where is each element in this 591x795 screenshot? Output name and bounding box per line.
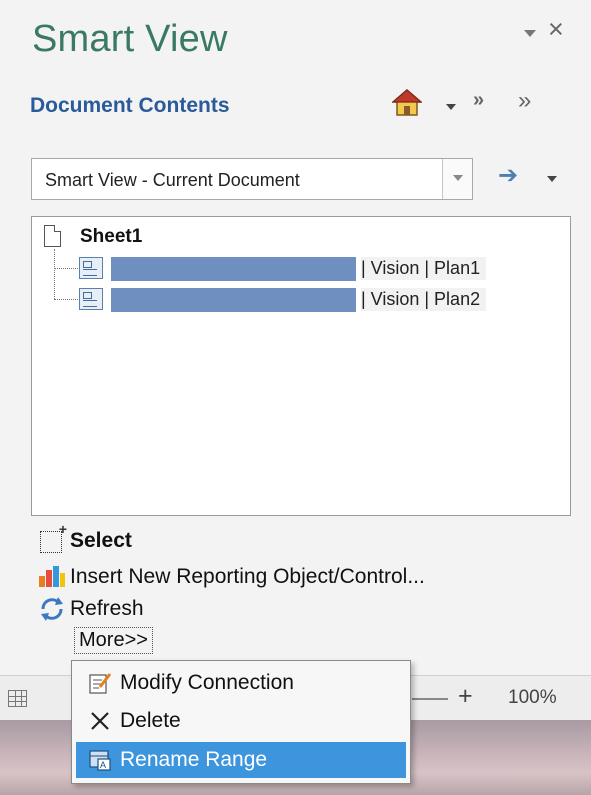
bar-chart-icon bbox=[39, 566, 65, 587]
range-name-redacted bbox=[111, 288, 356, 312]
zoom-slider[interactable] bbox=[412, 698, 448, 700]
range-icon bbox=[79, 257, 103, 279]
panel-title: Smart View bbox=[32, 18, 228, 60]
tree-connector bbox=[54, 268, 78, 269]
zoom-level[interactable]: 100% bbox=[508, 687, 557, 709]
tree-connector bbox=[54, 299, 78, 300]
arrow-right-icon[interactable]: ➔ bbox=[498, 164, 518, 188]
home-icon[interactable] bbox=[392, 88, 422, 116]
section-header: Document Contents bbox=[30, 94, 230, 117]
rename-range-icon: A bbox=[89, 750, 111, 771]
select-icon bbox=[40, 521, 67, 553]
smart-view-panel: Smart View × Document Contents » » Smart… bbox=[0, 0, 591, 795]
document-tree[interactable]: Sheet1 | Vision | Plan1 | Vision | Plan2 bbox=[31, 216, 571, 516]
tree-connector bbox=[54, 249, 55, 299]
range-name-redacted bbox=[111, 257, 356, 281]
select-label: Select bbox=[70, 529, 132, 552]
context-menu: Modify Connection Delete A Rename Range bbox=[71, 660, 411, 784]
page-icon bbox=[44, 225, 61, 247]
svg-text:A: A bbox=[100, 760, 106, 770]
close-icon[interactable]: × bbox=[548, 16, 564, 43]
chevron-down-icon[interactable] bbox=[442, 159, 472, 199]
x-delete-icon bbox=[91, 712, 109, 730]
panel-options-dropdown-icon[interactable] bbox=[524, 30, 536, 37]
more-link[interactable]: More>> bbox=[74, 627, 153, 654]
insert-label: Insert New Reporting Object/Control... bbox=[70, 565, 425, 588]
range-icon bbox=[79, 288, 103, 310]
refresh-label: Refresh bbox=[70, 597, 144, 620]
connection-options-dropdown-icon[interactable] bbox=[547, 176, 557, 182]
connection-select[interactable]: Smart View - Current Document bbox=[31, 158, 473, 200]
zoom-in-icon[interactable]: + bbox=[458, 684, 473, 709]
tree-item-label: | Vision | Plan2 bbox=[361, 288, 487, 311]
menu-item-label: Modify Connection bbox=[120, 671, 294, 694]
grid-view-icon[interactable] bbox=[8, 690, 27, 707]
tree-item-label: | Vision | Plan1 bbox=[361, 257, 487, 280]
menu-item-modify-connection[interactable]: Modify Connection bbox=[76, 665, 406, 701]
double-chevron-right-icon[interactable]: » bbox=[518, 89, 531, 113]
menu-item-label: Delete bbox=[120, 709, 181, 732]
home-dropdown-icon[interactable] bbox=[446, 104, 456, 110]
menu-item-label: Rename Range bbox=[120, 748, 268, 771]
double-chevron-down-icon[interactable]: » bbox=[473, 90, 484, 110]
edit-connection-icon bbox=[89, 673, 112, 694]
menu-item-rename-range[interactable]: A Rename Range bbox=[76, 742, 406, 778]
menu-item-delete[interactable]: Delete bbox=[76, 703, 406, 739]
connection-select-value: Smart View - Current Document bbox=[45, 170, 300, 190]
refresh-icon bbox=[41, 597, 63, 621]
tree-root-label: Sheet1 bbox=[80, 226, 143, 247]
